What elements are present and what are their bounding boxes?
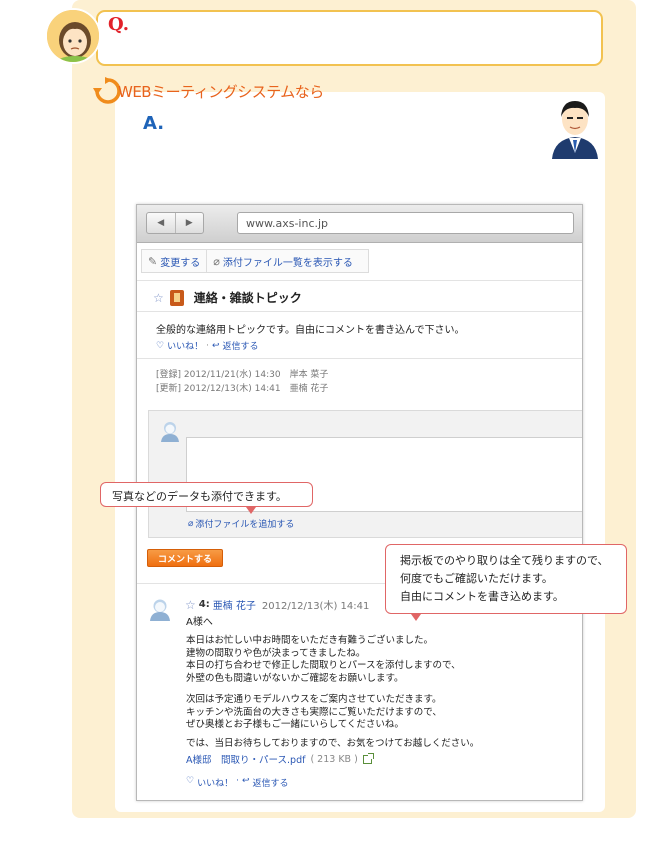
staff-avatar-icon [548, 95, 602, 159]
post-header: ☆ 4: 亜楠 花子 2012/12/13(木) 14:41 [185, 597, 370, 613]
edit-label: 変更する [160, 257, 201, 269]
callout-line: 何度でもご確認いただけます。 [400, 572, 553, 585]
board-callout: 掲示板でのやり取りは全て残りますので、 何度でもご確認いただけます。 自由にコメ… [385, 544, 627, 614]
callout-line: 掲示板でのやり取りは全て残りますので、 [400, 554, 609, 567]
post-line: キッチンや洗面台の大きさも実際にご覧いただけますので、 [186, 706, 442, 718]
intro-heading: WEBミーティングシステムなら [118, 83, 324, 101]
external-link-icon[interactable] [362, 752, 374, 764]
show-attachments-button[interactable]: ⌀ 添付ファイル一覧を表示する [206, 250, 359, 272]
topic-title: 連絡・雑談トピック [193, 291, 302, 305]
separator: · [206, 340, 209, 351]
divider [137, 311, 582, 312]
thumbs-up-icon: ♡ [186, 776, 195, 786]
post-line: 本日の打ち合わせで修正した間取りとパースを添付しますので、 [186, 660, 461, 671]
divider [137, 358, 582, 359]
star-icon[interactable]: ☆ [153, 291, 164, 305]
topic-actions: ♡ いいね！ · ↩ 返信する [156, 339, 259, 353]
add-attachment-link[interactable]: ⌀ 添付ファイルを追加する [188, 517, 295, 531]
callout-pointer [411, 614, 421, 621]
post-author-avatar-icon [149, 597, 171, 621]
separator: · [236, 776, 239, 786]
url-input[interactable]: www.axs-inc.jp [237, 212, 574, 234]
add-attachment-label: 添付ファイルを追加する [195, 520, 295, 530]
post-date: 2012/12/13(木) 14:41 [261, 601, 370, 612]
answer-label: A. [143, 113, 165, 134]
topic-description: 全般的な連絡用トピックです。自由にコメントを書き込んで下さい。 [156, 325, 465, 336]
topic-book-icon [169, 289, 184, 306]
post-line: 次回は予定通りモデルハウスをご案内させていただきます。 [186, 694, 442, 705]
topic-toolbar: ✎ 変更する ⌀ 添付ファイル一覧を表示する [141, 249, 369, 273]
browser-nav-buttons: ◀ ▶ [146, 212, 204, 234]
post-number: 4: [198, 599, 210, 610]
registered-meta: [登録] 2012/11/21(水) 14:30 岸本 菜子 [156, 370, 329, 380]
post-paragraph-3: では、当日お待ちしておりますので、お気をつけてお越しください。 [186, 738, 480, 749]
user-avatar-icon [160, 420, 180, 442]
updated-meta: [更新] 2012/12/13(木) 14:41 亜楠 花子 [156, 384, 329, 394]
attachment-file-size: ( 213 KB ) [310, 753, 358, 765]
post-line: 本日はお忙しい中お時間をいただき有難うございました。 [186, 635, 434, 646]
reply-icon: ↩ [211, 340, 220, 351]
post-line: ぜひ奥様とお子様もご一緒にいらしてくださいね。 [186, 719, 404, 730]
forward-button[interactable]: ▶ [174, 213, 204, 233]
back-button[interactable]: ◀ [147, 213, 175, 233]
paperclip-icon: ⌀ [188, 518, 194, 529]
customer-avatar-icon [45, 8, 101, 64]
pencil-icon: ✎ [148, 254, 158, 268]
attachment-file-link[interactable]: A様邸 間取り・パース.pdf [186, 752, 305, 766]
post-recipient: A様へ [186, 617, 213, 628]
post-actions: ♡ いいね！ · ↩ 返信する [186, 776, 289, 789]
post-paragraph-2: 次回は予定通りモデルハウスをご案内させていただきます。 キッチンや洗面台の大きさ… [186, 694, 442, 732]
star-icon[interactable]: ☆ [185, 598, 196, 612]
comment-form: ⌀ 添付ファイルを追加する [148, 410, 582, 538]
post-line: 外壁の色も間違いがないかご確認をお願いします。 [186, 672, 404, 684]
post-line: 建物の間取りや色が決まってきましたね。 [186, 647, 366, 659]
comment-submit-button[interactable]: コメントする [147, 549, 223, 567]
paperclip-icon: ⌀ [213, 254, 220, 268]
callout-line: 自由にコメントを書き込めます。 [400, 590, 564, 603]
post-paragraph-1: 本日はお忙しい中お時間をいただき有難うございました。 建物の間取りや色が決まって… [186, 635, 461, 685]
topic-reply-link[interactable]: 返信する [223, 339, 259, 352]
edit-button[interactable]: ✎ 変更する [142, 250, 206, 272]
browser-toolbar: ◀ ▶ www.axs-inc.jp [137, 205, 582, 243]
divider [137, 280, 582, 281]
callout-pointer [246, 507, 256, 514]
question-bubble [96, 10, 603, 66]
topic-title-row: ☆ 連絡・雑談トピック [153, 289, 302, 306]
question-label: Q. [108, 14, 130, 35]
reply-icon: ↩ [241, 776, 250, 786]
post-like-link[interactable]: いいね！ [197, 776, 233, 789]
show-attachments-label: 添付ファイル一覧を表示する [222, 257, 353, 269]
post-author[interactable]: 亜楠 花子 [213, 597, 256, 612]
attach-callout: 写真などのデータも添付できます。 [100, 482, 313, 507]
thumbs-up-icon: ♡ [156, 340, 165, 351]
post-attachment: A様邸 間取り・パース.pdf ( 213 KB ) [186, 752, 374, 766]
topic-like-link[interactable]: いいね！ [167, 339, 203, 352]
post-reply-link[interactable]: 返信する [253, 776, 289, 789]
